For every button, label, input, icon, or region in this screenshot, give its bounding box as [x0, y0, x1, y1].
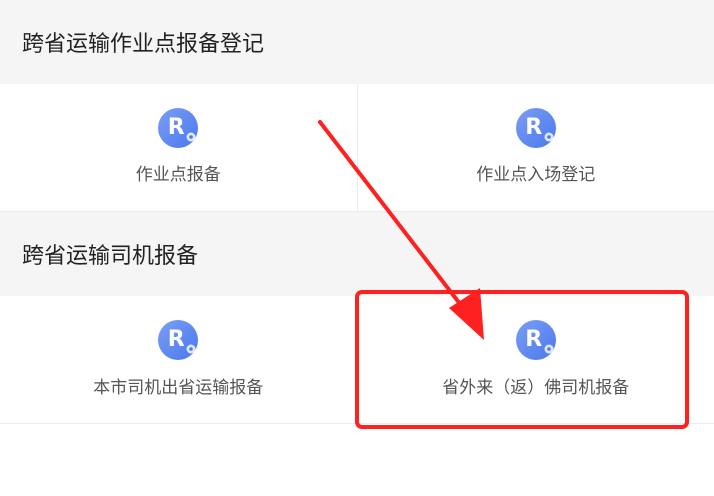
- grid-item-local-driver-report[interactable]: R 本市司机出省运输报备: [0, 296, 357, 423]
- grid-item-incoming-driver-report[interactable]: R 省外来（返）佛司机报备: [356, 296, 714, 423]
- app-r-location-icon: R: [515, 108, 556, 148]
- grid-row-operation-point: R 作业点报备 R 作业点入场登记: [0, 84, 714, 212]
- section-header-driver: 跨省运输司机报备: [0, 212, 714, 296]
- app-r-location-icon: R: [158, 108, 199, 148]
- grid-item-operation-point-report[interactable]: R 作业点报备: [0, 84, 357, 211]
- grid-item-operation-point-entry[interactable]: R 作业点入场登记: [356, 84, 714, 211]
- grid-item-label: 作业点入场登记: [476, 165, 596, 185]
- section-title: 跨省运输作业点报备登记: [22, 32, 265, 57]
- app-r-location-icon: R: [515, 320, 556, 360]
- grid-item-label: 省外来（返）佛司机报备: [442, 378, 630, 398]
- section-header-operation-point: 跨省运输作业点报备登记: [0, 0, 714, 84]
- grid-item-label: 作业点报备: [135, 165, 221, 185]
- grid-row-driver: R 本市司机出省运输报备 R 省外来（返）佛司机报备: [0, 296, 714, 424]
- app-r-location-icon: R: [158, 320, 199, 360]
- grid-item-label: 本市司机出省运输报备: [93, 378, 264, 398]
- section-title: 跨省运输司机报备: [22, 244, 199, 269]
